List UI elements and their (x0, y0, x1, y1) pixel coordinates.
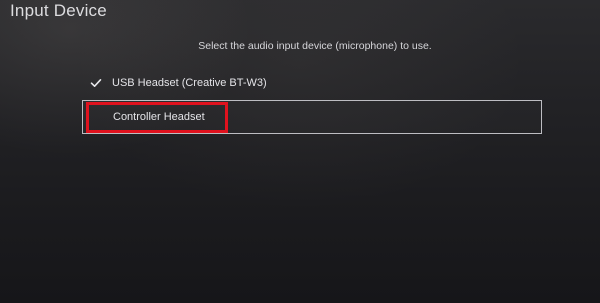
highlight-annotation-box (86, 102, 228, 133)
page-title: Input Device (10, 1, 107, 20)
checkmark-icon (90, 79, 102, 87)
input-device-screen: Input Device Select the audio input devi… (0, 0, 600, 303)
option-usb-headset[interactable]: USB Headset (Creative BT-W3) (82, 72, 542, 94)
option-controller-headset[interactable]: Controller Headset (82, 100, 542, 134)
option-label: USB Headset (Creative BT-W3) (112, 77, 267, 89)
instruction-text: Select the audio input device (microphon… (198, 40, 432, 52)
input-device-options: USB Headset (Creative BT-W3) Controller … (82, 72, 542, 134)
